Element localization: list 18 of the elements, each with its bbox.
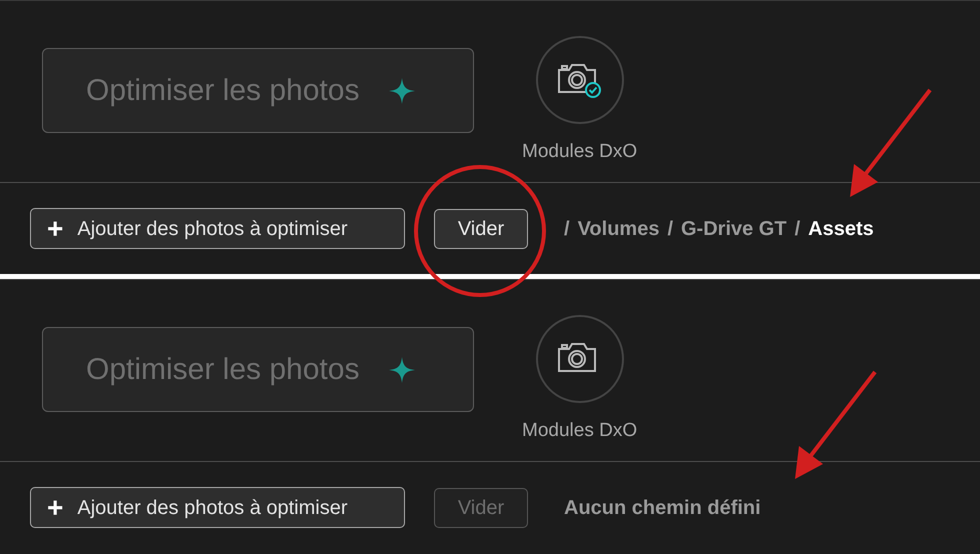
add-photos-button[interactable]: + Ajouter des photos à optimiser xyxy=(30,208,405,249)
camera-icon xyxy=(558,64,596,93)
path-separator: / xyxy=(794,216,800,242)
path-separator: / xyxy=(564,216,570,242)
modules-button[interactable] xyxy=(536,315,624,403)
camera-icon xyxy=(558,343,596,372)
no-path-message: Aucun chemin défini xyxy=(564,496,761,520)
modules-button[interactable] xyxy=(536,36,624,124)
breadcrumb-link[interactable]: G-Drive GT xyxy=(681,214,787,244)
modules-label: Modules DxO xyxy=(522,419,638,443)
sparkle-icon xyxy=(389,356,416,382)
breadcrumb-link[interactable]: Assets xyxy=(808,214,874,244)
sparkle-icon xyxy=(389,78,416,104)
clear-button[interactable]: Vider xyxy=(434,208,528,248)
modules-label: Modules DxO xyxy=(522,140,638,164)
breadcrumb-link[interactable]: Volumes xyxy=(578,214,660,244)
add-photos-button[interactable]: + Ajouter des photos à optimiser xyxy=(30,487,405,528)
path-separator: / xyxy=(667,216,673,242)
